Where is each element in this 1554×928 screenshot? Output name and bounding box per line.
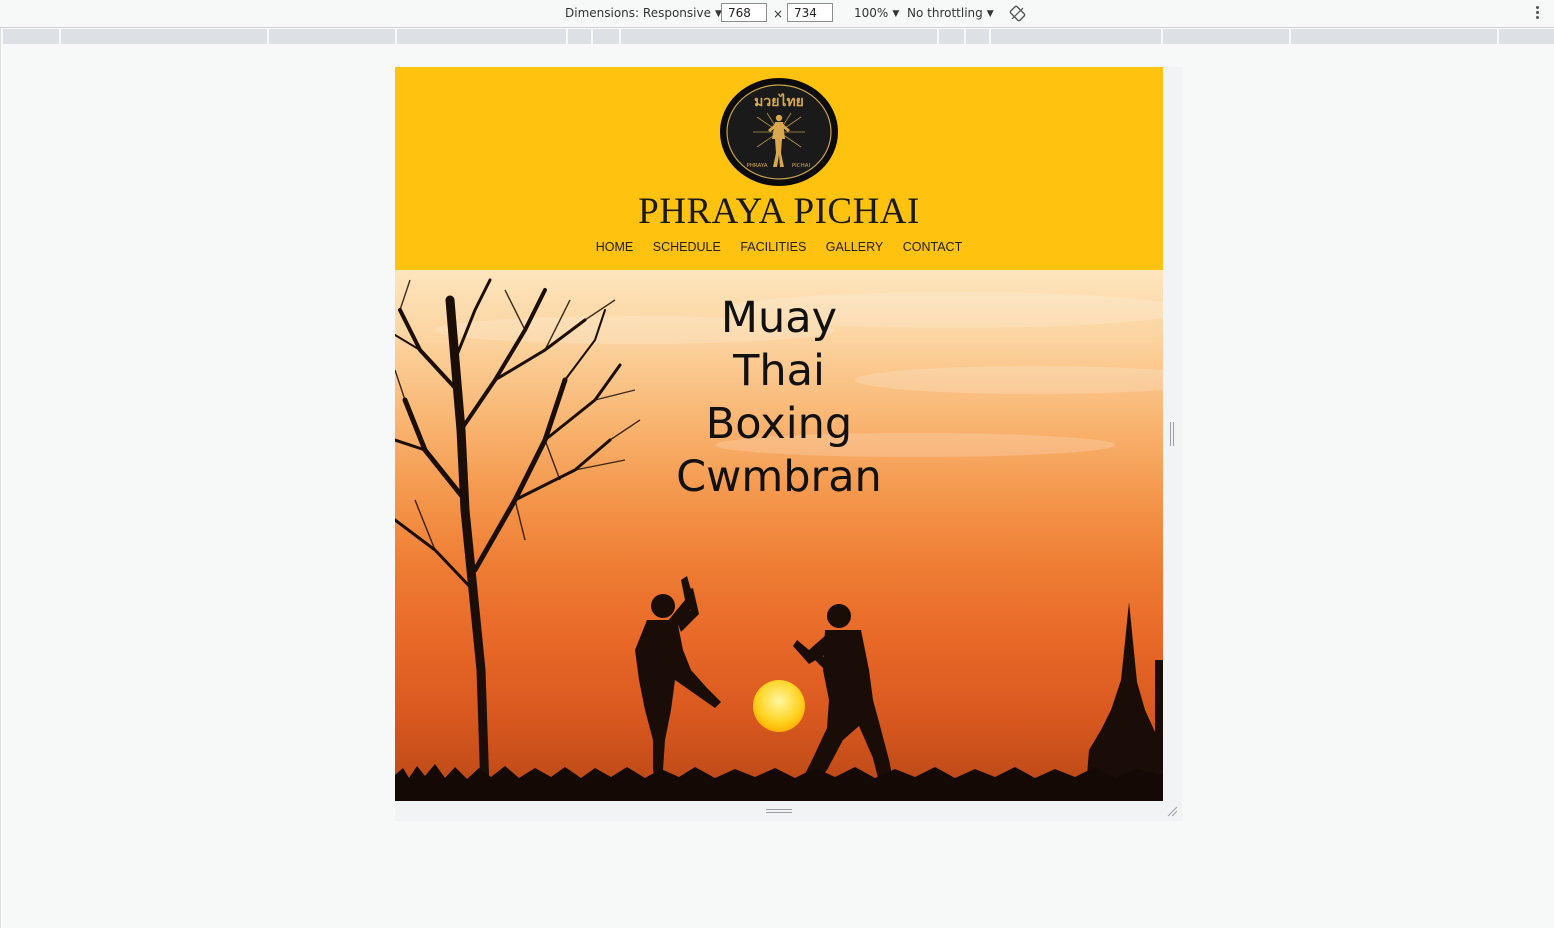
logo-right-text: PICHAI (792, 163, 811, 169)
throttling-caret-icon: ▼ (986, 9, 994, 19)
main-nav: HOME SCHEDULE FACILITIES GALLERY CONTACT (395, 240, 1163, 254)
sun-shape (753, 680, 805, 732)
throttling-label: No throttling (907, 6, 983, 20)
gym-logo[interactable]: มวยไทย PHRAYA PICHAI (719, 77, 839, 187)
fighter-left-silhouette (635, 576, 721, 790)
rotate-icon[interactable] (1009, 5, 1026, 22)
height-input[interactable] (787, 3, 833, 22)
more-options-icon[interactable] (1534, 6, 1540, 22)
site-header: มวยไทย PHRAYA PICHAI PHRAYA PICHAI HOME … (395, 67, 1163, 270)
hero-line-3: Boxing (705, 399, 853, 449)
grass-silhouette (395, 764, 1163, 801)
device-toolbar: Dimensions: Responsive▼ × 100%▼ No throt… (0, 0, 1554, 28)
nav-facilities[interactable]: FACILITIES (740, 240, 806, 254)
resize-corner-icon[interactable] (1166, 805, 1178, 817)
zoom-caret-icon: ▼ (892, 9, 900, 19)
hero-line-4: Cwmbran (676, 452, 882, 502)
zoom-label: 100% (854, 6, 889, 20)
nav-contact[interactable]: CONTACT (903, 240, 963, 254)
hero-section: Muay Thai Boxing Cwmbran (395, 270, 1163, 801)
hero-line-2: Thai (733, 346, 825, 396)
width-input[interactable] (721, 3, 767, 22)
fighter-right-silhouette (793, 604, 895, 790)
nav-schedule[interactable]: SCHEDULE (653, 240, 721, 254)
media-query-bar[interactable] (3, 29, 1554, 44)
hero-line-1: Muay (720, 293, 838, 343)
hero-heading: Muay Thai Boxing Cwmbran (395, 292, 1163, 504)
times-sign: × (773, 7, 784, 21)
dimensions-label: Dimensions: Responsive (565, 6, 711, 20)
resize-handle-bottom[interactable] (766, 809, 792, 814)
throttling-dropdown[interactable]: No throttling ▼ (907, 6, 994, 20)
logo-thai-text: มวยไทย (754, 92, 804, 110)
logo-left-text: PHRAYA (746, 163, 767, 169)
nav-home[interactable]: HOME (596, 240, 634, 254)
zoom-dropdown[interactable]: 100% ▼ (854, 6, 899, 20)
resize-handle-right[interactable] (1170, 422, 1175, 446)
dimensions-dropdown[interactable]: Dimensions: Responsive ▼ (565, 6, 722, 20)
emulated-page: มวยไทย PHRAYA PICHAI PHRAYA PICHAI HOME … (395, 67, 1163, 801)
site-title[interactable]: PHRAYA PICHAI (395, 190, 1163, 233)
nav-gallery[interactable]: GALLERY (826, 240, 883, 254)
